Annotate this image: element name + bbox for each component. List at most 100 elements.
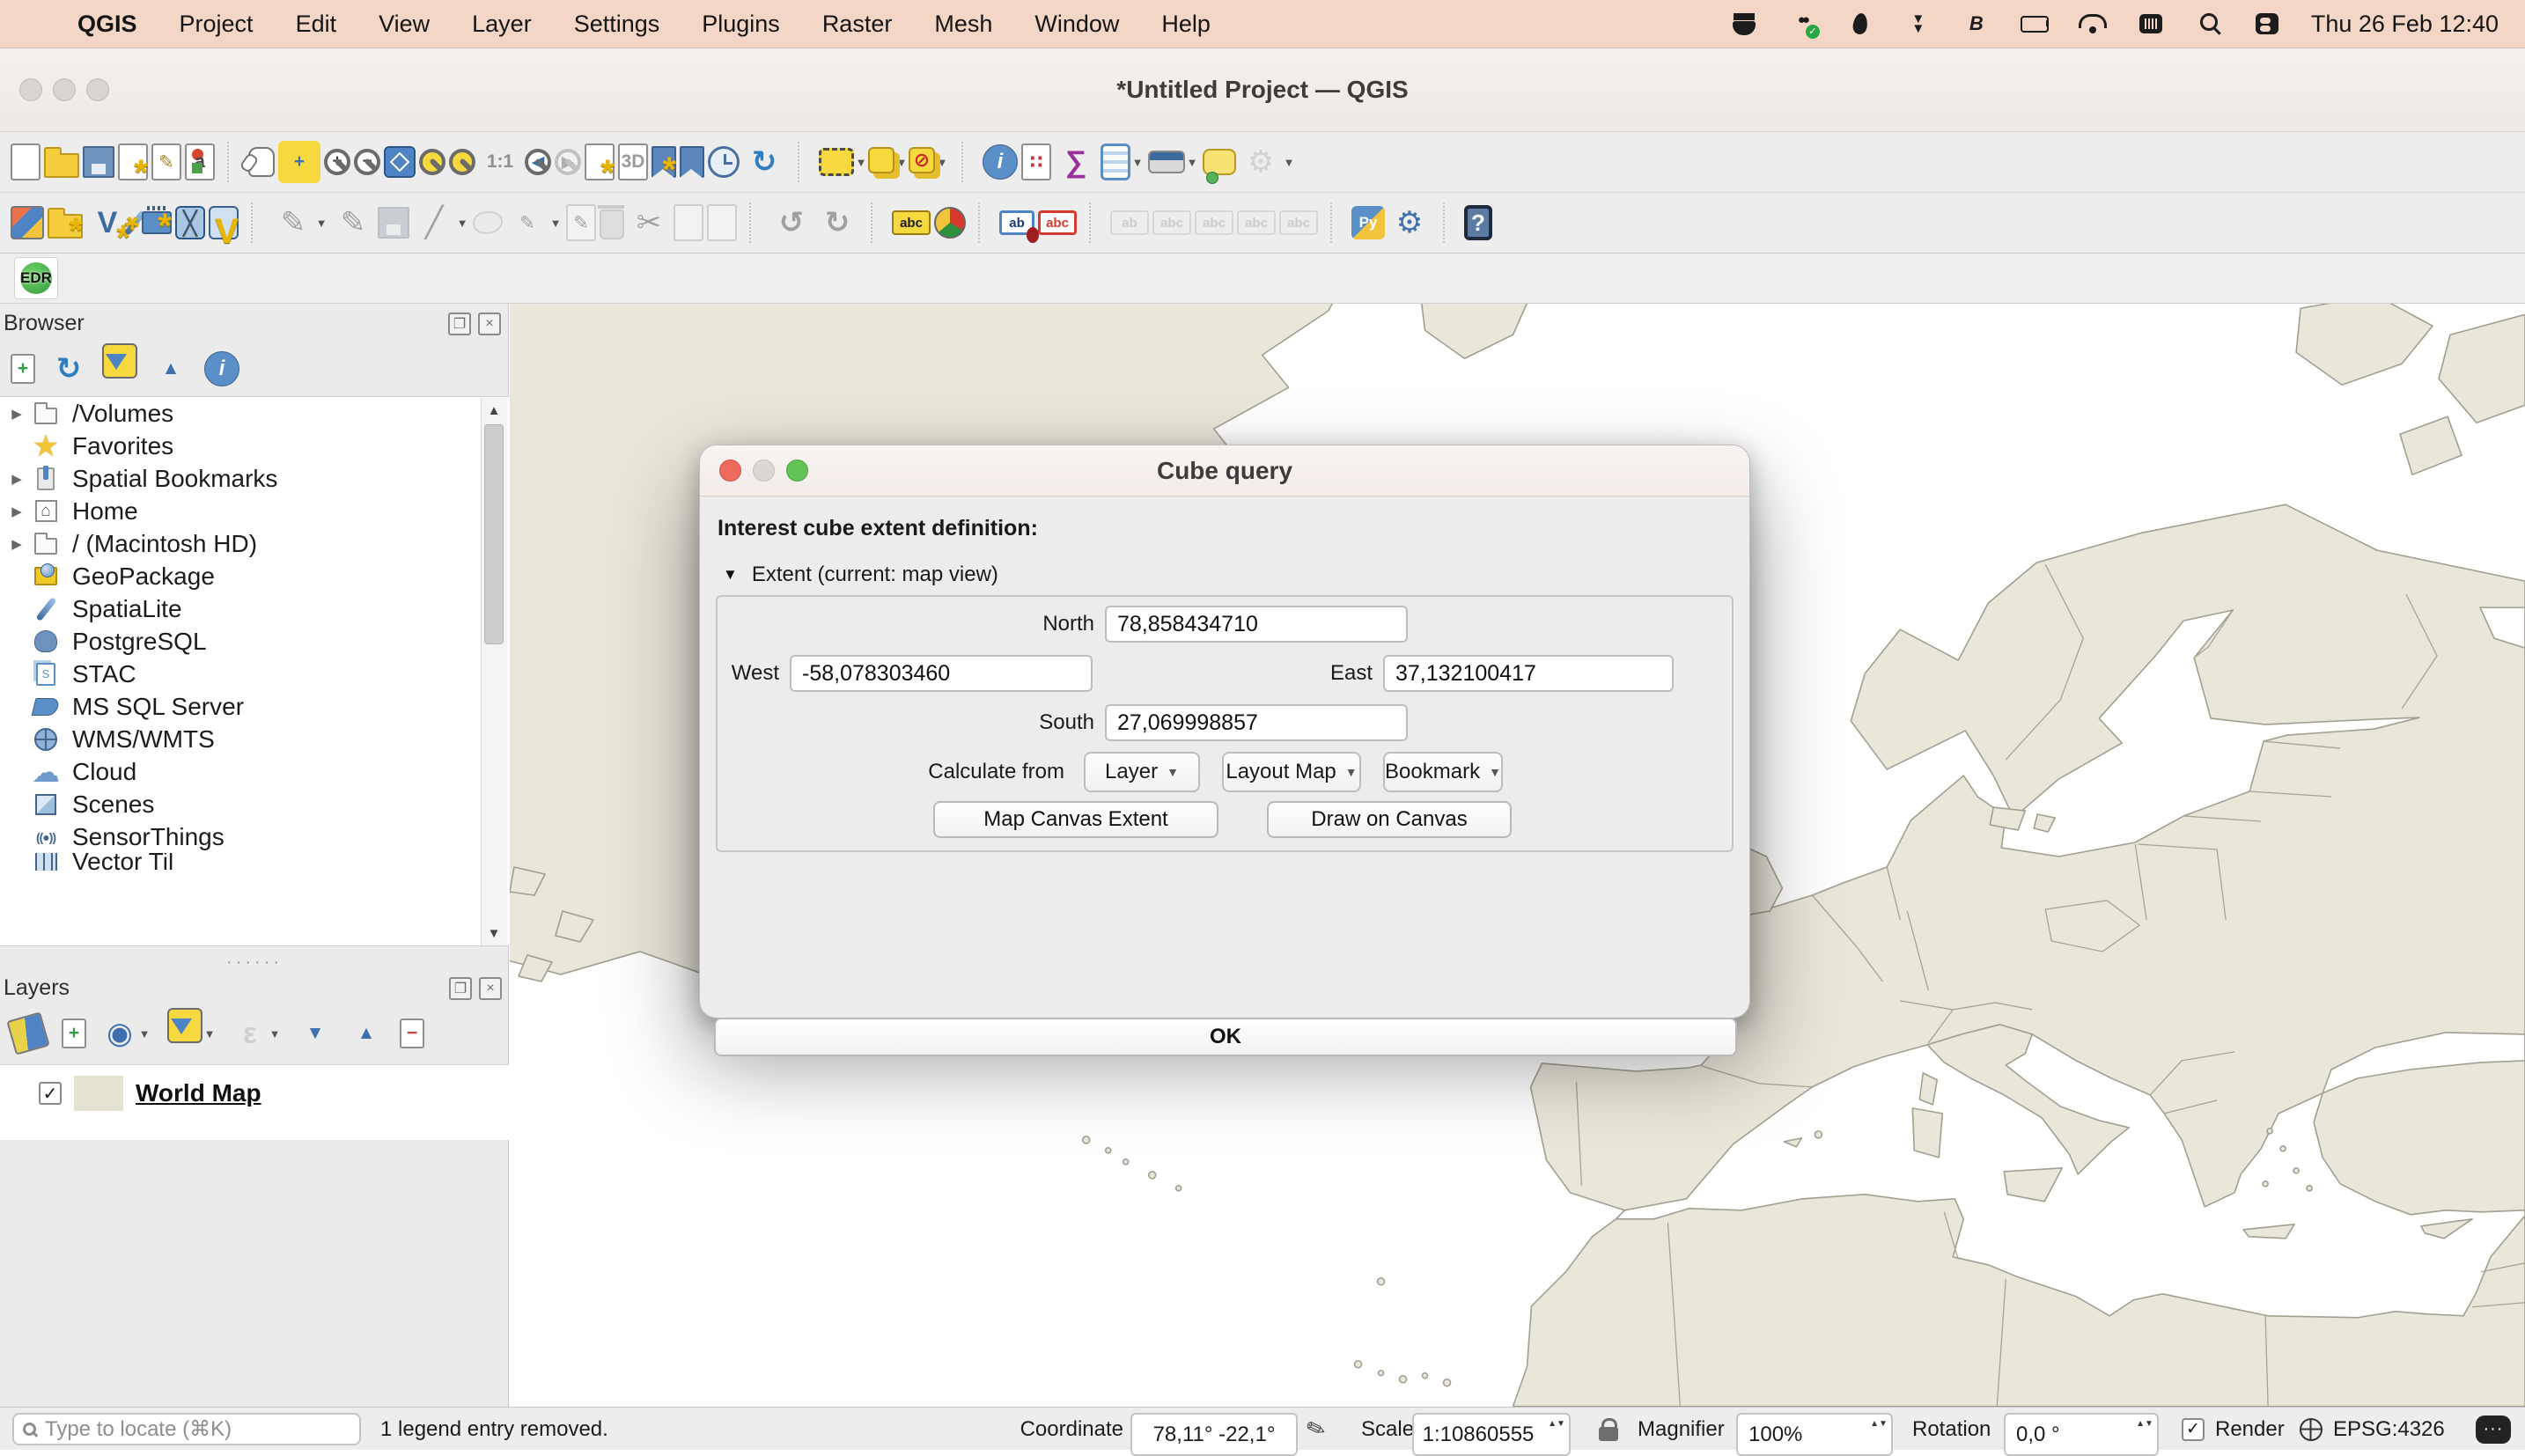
add-group-button[interactable]: +: [62, 1018, 86, 1048]
map-tips-button[interactable]: [1203, 149, 1236, 175]
keyboard-icon[interactable]: [2137, 12, 2165, 35]
open-layer-styling-button[interactable]: [11, 1016, 46, 1051]
west-input[interactable]: -58,078303460: [790, 655, 1093, 692]
vertex-tool-button[interactable]: ✎▼: [506, 202, 563, 244]
menu-item-help[interactable]: Help: [1140, 11, 1232, 38]
expand-all-button[interactable]: ▼: [298, 1016, 333, 1051]
expand-arrow-icon[interactable]: ▶: [5, 536, 28, 552]
move-label-button[interactable]: abc: [1195, 210, 1233, 235]
manage-map-themes-button[interactable]: ◉▼: [102, 1016, 151, 1051]
control-center-icon[interactable]: [2253, 12, 2281, 35]
open-project-button[interactable]: [44, 146, 79, 178]
zoom-next-button[interactable]: ▶: [555, 149, 581, 175]
window-minimize-button[interactable]: [53, 78, 76, 101]
browser-item-home[interactable]: ▶⌂Home: [0, 495, 509, 527]
north-input[interactable]: 78,858434710: [1105, 606, 1408, 643]
filter-browser-button[interactable]: [102, 343, 137, 394]
extent-collapse-toggle[interactable]: ▼ Extent (current: map view): [723, 563, 998, 587]
vertex-tool-dropdown-arrow-icon[interactable]: ▼: [548, 217, 563, 230]
refresh-map-button[interactable]: ↻: [743, 141, 785, 183]
menu-item-window[interactable]: Window: [1013, 11, 1140, 38]
change-label-properties-button[interactable]: abc: [1279, 210, 1318, 235]
dialog-zoom-button[interactable]: [786, 460, 808, 482]
zoom-native-resolution-button[interactable]: 1:1: [479, 141, 521, 183]
add-vector-layer-button[interactable]: [48, 207, 83, 239]
paste-features-button[interactable]: [707, 204, 737, 241]
options-settings-button[interactable]: ⚙: [1388, 202, 1431, 244]
show-layout-manager-button[interactable]: ✎: [151, 143, 181, 180]
rotate-label-button[interactable]: abc: [1237, 210, 1276, 235]
deselect-features-dropdown-arrow-icon[interactable]: ▼: [935, 156, 949, 169]
collapse-all-button[interactable]: ▲: [153, 351, 188, 386]
wifi-icon[interactable]: [2079, 12, 2107, 35]
south-input[interactable]: 27,069998857: [1105, 704, 1408, 741]
help-contents-button[interactable]: ?: [1464, 205, 1492, 240]
collapse-all-layers-button[interactable]: ▲: [349, 1016, 384, 1051]
open-attribute-table-button[interactable]: ▼: [1101, 143, 1145, 180]
flame-icon[interactable]: [1846, 12, 1874, 35]
statistical-summary-button[interactable]: ∷: [1021, 143, 1051, 180]
calculate-from-layer-dropdown[interactable]: Layer▼: [1084, 752, 1200, 792]
menu-item-qgis[interactable]: QGIS: [56, 11, 158, 38]
layer-diagram-options-button[interactable]: [934, 207, 966, 239]
map-canvas-extent-button[interactable]: Map Canvas Extent: [933, 801, 1218, 838]
browser-item-vector-til[interactable]: Vector Til: [0, 853, 509, 871]
new-print-layout-button[interactable]: [118, 143, 148, 180]
digitize-with-segment-dropdown-arrow-icon[interactable]: ▼: [455, 217, 469, 230]
browser-item-favorites[interactable]: ★Favorites: [0, 430, 509, 462]
draw-on-canvas-button[interactable]: Draw on Canvas: [1267, 801, 1512, 838]
dialog-close-button[interactable]: [719, 460, 741, 482]
toggle-editing-button[interactable]: ✎: [332, 202, 374, 244]
copy-features-button[interactable]: [674, 204, 703, 241]
add-vector-tile-layer-button[interactable]: [209, 206, 239, 239]
new-project-button[interactable]: [11, 143, 40, 180]
chevrons-icon[interactable]: [1904, 12, 1932, 35]
ok-button[interactable]: OK: [714, 1018, 1737, 1056]
show-unplaced-labels-button[interactable]: abc: [1038, 210, 1077, 235]
expand-arrow-icon[interactable]: ▶: [5, 471, 28, 487]
layers-close-icon[interactable]: ×: [479, 977, 502, 1000]
browser-item-spatial-bookmarks[interactable]: ▶Spatial Bookmarks: [0, 462, 509, 495]
filter-by-expression-button[interactable]: ε▼: [232, 1016, 282, 1051]
crs-globe-icon[interactable]: [2300, 1408, 2323, 1451]
menu-item-settings[interactable]: Settings: [553, 11, 681, 38]
render-checkbox[interactable]: ✓: [2182, 1408, 2205, 1451]
layer-visibility-checkbox[interactable]: ✓: [39, 1082, 62, 1105]
dialog-title-bar[interactable]: Cube query: [700, 445, 1749, 496]
crs-status[interactable]: EPSG:4326: [2333, 1408, 2445, 1451]
pan-to-selection-button[interactable]: +: [278, 141, 320, 183]
menu-item-mesh[interactable]: Mesh: [913, 11, 1013, 38]
zoom-last-button[interactable]: ◀: [525, 149, 551, 175]
select-features-dropdown-arrow-icon[interactable]: ▼: [854, 156, 868, 169]
current-edits-button[interactable]: ✎▼: [272, 202, 328, 244]
browser-item-cloud[interactable]: ☁Cloud: [0, 755, 509, 788]
delete-selected-button[interactable]: [600, 206, 624, 239]
zoom-in-button[interactable]: +: [324, 149, 350, 175]
filter-legend-dropdown-arrow-icon[interactable]: ▼: [202, 1027, 217, 1041]
add-spatialite-layer-button[interactable]: [132, 209, 138, 237]
browser-item-geopackage[interactable]: GeoPackage: [0, 560, 509, 592]
new-spatial-bookmark-button[interactable]: [651, 146, 676, 178]
zoom-to-layer-button[interactable]: [449, 149, 475, 175]
filter-by-expression-dropdown-arrow-icon[interactable]: ▼: [268, 1027, 282, 1041]
browser-item--volumes[interactable]: ▶/Volumes: [0, 397, 509, 430]
redo-button[interactable]: ↻: [816, 202, 858, 244]
add-selected-layers-button[interactable]: +: [11, 354, 35, 384]
cut-features-button[interactable]: ✂: [628, 202, 670, 244]
browser-item-stac[interactable]: SSTAC: [0, 658, 509, 690]
select-features-button[interactable]: ▼: [819, 148, 868, 176]
digitize-with-segment-button[interactable]: ╱▼: [413, 202, 469, 244]
scroll-up-icon[interactable]: ▲: [483, 400, 504, 421]
save-layer-edits-button[interactable]: [378, 207, 409, 239]
show-spatial-bookmarks-button[interactable]: [680, 146, 704, 178]
save-project-button[interactable]: [83, 146, 114, 178]
lock-icon[interactable]: [1599, 1408, 1618, 1451]
menu-item-edit[interactable]: Edit: [275, 11, 358, 38]
zoom-full-extent-button[interactable]: [384, 146, 416, 178]
browser-item-wms-wmts[interactable]: WMS/WMTS: [0, 723, 509, 755]
window-zoom-button[interactable]: [86, 78, 109, 101]
new-3d-map-view-button[interactable]: 3D: [618, 143, 648, 180]
browser-item-postgresql[interactable]: PostgreSQL: [0, 625, 509, 658]
browser-item-scenes[interactable]: Scenes: [0, 788, 509, 820]
deselect-features-button[interactable]: ⊘▼: [912, 151, 949, 173]
